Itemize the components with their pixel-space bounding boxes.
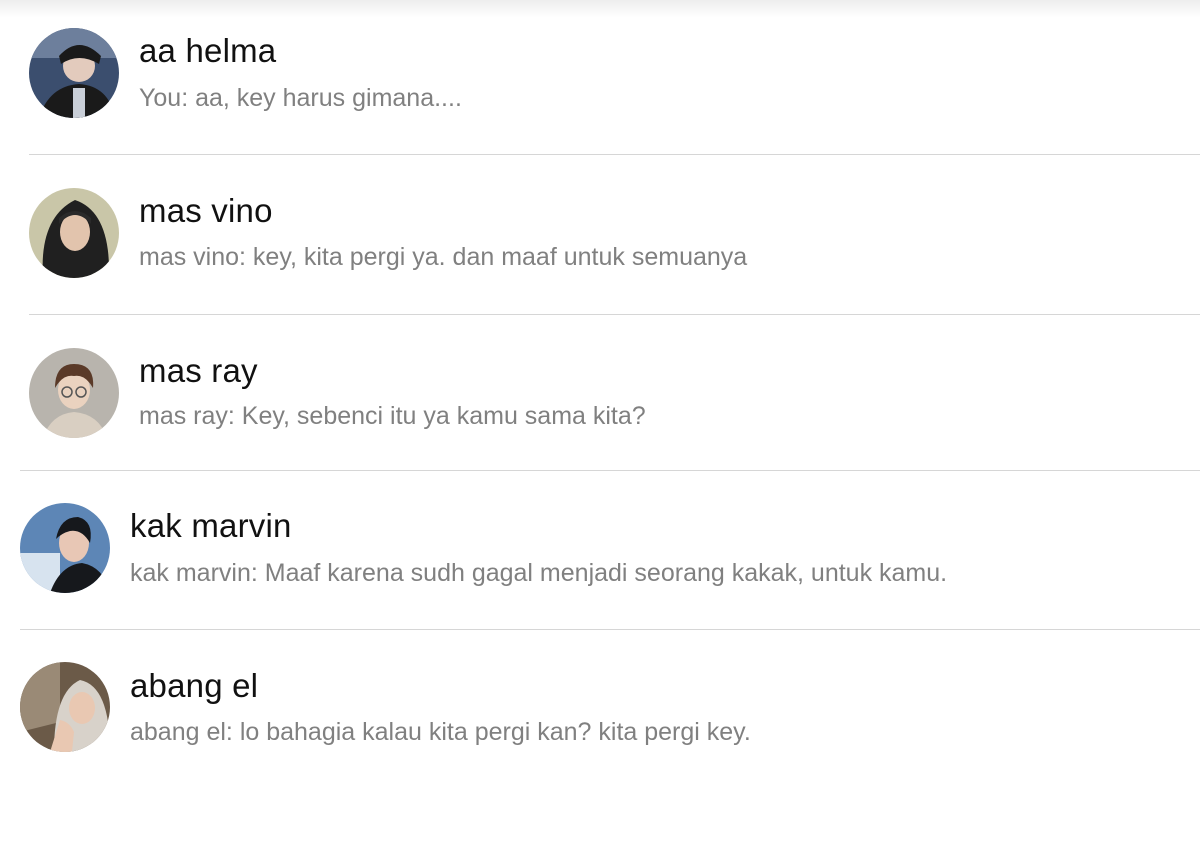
chat-list: aa helma You: aa, key harus gimana.... m… [0,0,1200,841]
contact-name: mas ray [139,352,258,389]
row-divider [29,314,1200,315]
row-divider [29,154,1200,155]
avatar [20,503,110,593]
avatar [20,662,110,752]
contact-name: aa helma [139,32,277,69]
message-preview: mas ray: Key, sebenci itu ya kamu sama k… [139,402,646,430]
chat-row-aa-helma[interactable]: aa helma You: aa, key harus gimana.... [0,10,1180,130]
message-preview: abang el: lo bahagia kalau kita pergi ka… [130,718,751,746]
chat-row-mas-vino[interactable]: mas vino mas vino: key, kita pergi ya. d… [0,170,1180,290]
contact-name: mas vino [139,192,273,229]
contact-name: abang el [130,667,259,704]
contact-name: kak marvin [130,507,292,544]
row-divider [20,629,1200,630]
chat-row-abang-el[interactable]: abang el abang el: lo bahagia kalau kita… [0,645,1180,765]
message-preview: You: aa, key harus gimana.... [139,84,462,112]
message-preview: mas vino: key, kita pergi ya. dan maaf u… [139,243,748,271]
avatar [29,28,119,118]
message-preview: kak marvin: Maaf karena sudh gagal menja… [130,559,948,587]
chat-row-mas-ray[interactable]: mas ray mas ray: Key, sebenci itu ya kam… [0,330,1180,450]
row-divider [20,470,1200,471]
avatar [29,348,119,438]
avatar [29,188,119,278]
chat-row-kak-marvin[interactable]: kak marvin kak marvin: Maaf karena sudh … [0,485,1180,605]
